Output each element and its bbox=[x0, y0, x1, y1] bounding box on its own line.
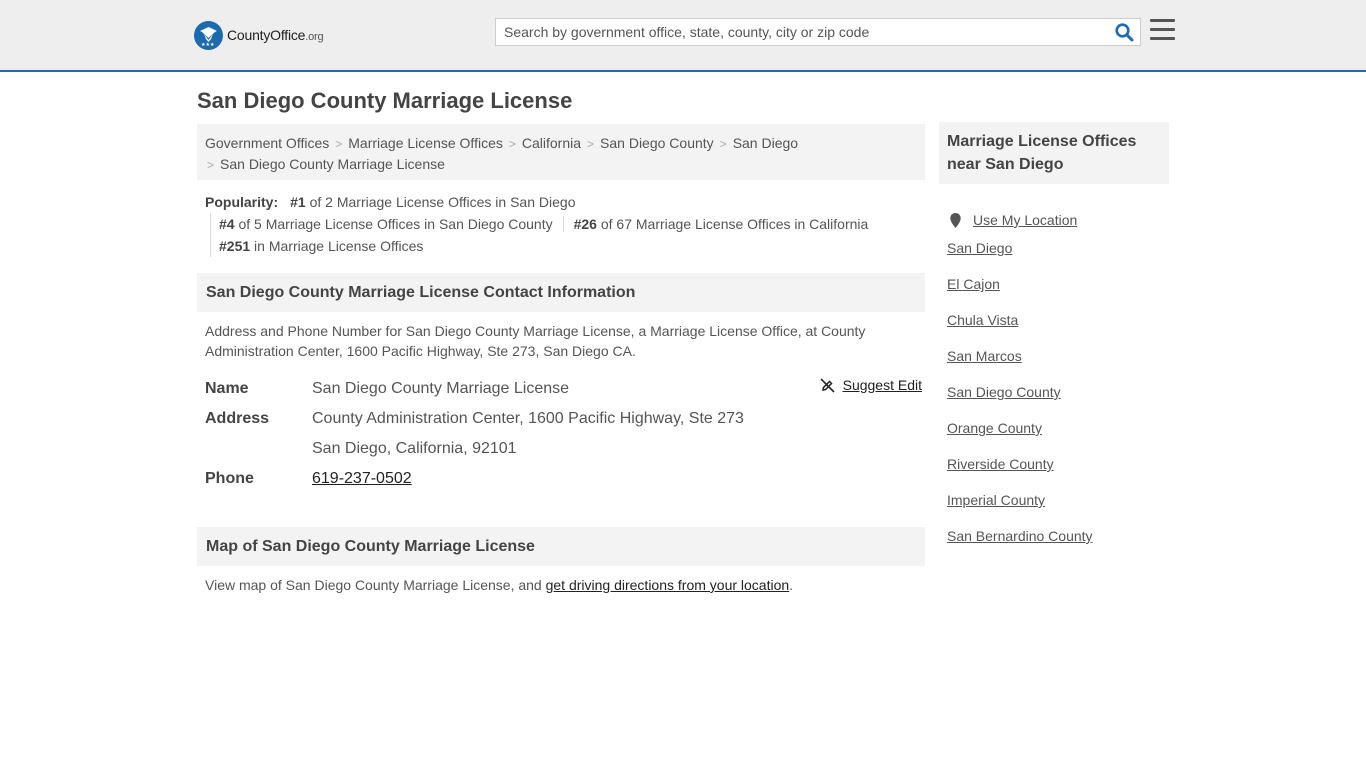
popularity-rank: #251 bbox=[219, 238, 251, 254]
office-name: San Diego County Marriage License bbox=[312, 380, 570, 397]
main-content: Government Offices > Marriage License Offi… bbox=[197, 124, 925, 595]
popularity-row: #251 in Marriage License Offices bbox=[210, 235, 925, 257]
map-text: View map of San Diego County Marriage Li… bbox=[205, 577, 546, 593]
seal-icon: ★★★ bbox=[194, 20, 223, 50]
breadcrumb-san-diego-county[interactable]: San Diego County bbox=[600, 135, 714, 151]
breadcrumb-california[interactable]: California bbox=[522, 135, 581, 151]
breadcrumb-separator-icon: > bbox=[719, 137, 727, 151]
nearby-offices-list: Use My Location San Diego El Cajon Chula… bbox=[939, 184, 1169, 562]
popularity: Popularity: #1 of 2 Marriage License Offi… bbox=[197, 180, 925, 257]
sidebar-link[interactable]: Riverside County bbox=[947, 456, 1054, 472]
page-title: San Diego County Marriage License bbox=[197, 88, 573, 113]
breadcrumb-government-offices[interactable]: Government Offices bbox=[205, 135, 329, 151]
sidebar-item-san-diego: San Diego bbox=[947, 238, 1169, 274]
menu-line bbox=[1150, 37, 1175, 40]
popularity-text: of 5 Marriage License Offices in San Die… bbox=[234, 216, 553, 232]
sidebar-item-imperial-county: Imperial County bbox=[947, 490, 1169, 526]
search-bar bbox=[495, 18, 1141, 46]
map-heading: Map of San Diego County Marriage License bbox=[197, 527, 925, 566]
sidebar: Marriage License Offices near San Diego … bbox=[939, 122, 1169, 562]
suggest-edit-link[interactable]: Suggest Edit bbox=[820, 375, 922, 395]
popularity-text: of 2 Marriage License Offices in San Die… bbox=[305, 194, 576, 210]
svg-text:★★★: ★★★ bbox=[201, 42, 215, 48]
sidebar-item-san-marcos: San Marcos bbox=[947, 346, 1169, 382]
breadcrumb-san-diego[interactable]: San Diego bbox=[733, 135, 798, 151]
sidebar-item-el-cajon: El Cajon bbox=[947, 274, 1169, 310]
address-label-spacer bbox=[205, 434, 312, 464]
address-row-2: San Diego, California, 92101 bbox=[205, 434, 917, 464]
popularity-row: #4 of 5 Marriage License Offices in San … bbox=[210, 213, 925, 235]
address-row: Address County Administration Center, 16… bbox=[205, 404, 917, 434]
sidebar-link[interactable]: Imperial County bbox=[947, 492, 1045, 508]
sidebar-item-san-diego-county: San Diego County bbox=[947, 382, 1169, 418]
search-input[interactable] bbox=[496, 19, 1108, 45]
phone-link[interactable]: 619-237-0502 bbox=[312, 470, 412, 487]
sidebar-item-chula-vista: Chula Vista bbox=[947, 310, 1169, 346]
logo-brand: CountyOffice bbox=[227, 27, 306, 43]
sidebar-item-riverside-county: Riverside County bbox=[947, 454, 1169, 490]
search-icon bbox=[1114, 22, 1133, 41]
popularity-rank: #4 bbox=[219, 216, 235, 232]
logo-wordmark: CountyOffice.org bbox=[227, 27, 324, 43]
edit-off-icon bbox=[820, 377, 835, 393]
address-line-2: San Diego, California, 92101 bbox=[312, 440, 517, 457]
address-line-1: County Administration Center, 1600 Pacif… bbox=[312, 410, 744, 427]
contact-heading: San Diego County Marriage License Contac… bbox=[197, 273, 925, 312]
sidebar-link[interactable]: San Marcos bbox=[947, 348, 1022, 364]
popularity-text: in Marriage License Offices bbox=[250, 238, 424, 254]
phone-label: Phone bbox=[205, 470, 254, 487]
popularity-text: of 67 Marriage License Offices in Califo… bbox=[596, 216, 869, 232]
use-my-location-link[interactable]: Use My Location bbox=[973, 210, 1077, 230]
sidebar-link[interactable]: Orange County bbox=[947, 420, 1042, 436]
popularity-row: Popularity: #1 of 2 Marriage License Offi… bbox=[205, 191, 925, 213]
driving-directions-link[interactable]: get driving directions from your locatio… bbox=[546, 577, 790, 593]
sidebar-link[interactable]: San Bernardino County bbox=[947, 528, 1093, 544]
menu-line bbox=[1150, 19, 1175, 22]
sidebar-link[interactable]: El Cajon bbox=[947, 276, 1000, 292]
breadcrumb-separator-icon: > bbox=[508, 137, 516, 151]
menu-line bbox=[1150, 28, 1175, 31]
contact-info: Suggest Edit Name San Diego County Marri… bbox=[197, 361, 925, 494]
search-button[interactable] bbox=[1108, 19, 1140, 45]
name-label: Name bbox=[205, 380, 249, 397]
sidebar-item-san-bernardino-county: San Bernardino County bbox=[947, 526, 1169, 562]
map-description: View map of San Diego County Marriage Li… bbox=[197, 566, 925, 595]
breadcrumb-current: San Diego County Marriage License bbox=[220, 156, 445, 172]
contact-description: Address and Phone Number for San Diego C… bbox=[205, 323, 866, 359]
suggest-edit-label: Suggest Edit bbox=[842, 377, 922, 393]
breadcrumb-separator-icon: > bbox=[207, 158, 215, 172]
site-header: ★★★ CountyOffice.org bbox=[0, 0, 1366, 72]
breadcrumb-marriage-license-offices[interactable]: Marriage License Offices bbox=[348, 135, 503, 151]
name-row: Name San Diego County Marriage License bbox=[205, 374, 917, 404]
breadcrumb-separator-icon: > bbox=[335, 137, 343, 151]
popularity-rank: #26 bbox=[573, 216, 597, 232]
sidebar-link[interactable]: San Diego bbox=[947, 240, 1012, 256]
use-my-location-item: Use My Location bbox=[947, 202, 1169, 238]
popularity-label: Popularity: bbox=[205, 194, 279, 210]
phone-row: Phone 619-237-0502 bbox=[205, 464, 917, 494]
hamburger-menu-icon[interactable] bbox=[1150, 19, 1175, 43]
sidebar-item-orange-county: Orange County bbox=[947, 418, 1169, 454]
map-text-suffix: . bbox=[789, 577, 794, 593]
site-logo[interactable]: ★★★ CountyOffice.org bbox=[194, 20, 324, 50]
location-pin-icon bbox=[950, 212, 961, 228]
popularity-item: #26 of 67 Marriage License Offices in Ca… bbox=[562, 216, 869, 232]
breadcrumb: Government Offices > Marriage License Offi… bbox=[197, 124, 925, 180]
popularity-rank: #1 bbox=[290, 194, 306, 210]
breadcrumb-separator-icon: > bbox=[587, 137, 595, 151]
sidebar-link[interactable]: Chula Vista bbox=[947, 312, 1018, 328]
logo-tld: .org bbox=[305, 31, 324, 43]
address-label: Address bbox=[205, 410, 270, 427]
sidebar-heading: Marriage License Offices near San Diego bbox=[939, 122, 1169, 184]
sidebar-link[interactable]: San Diego County bbox=[947, 384, 1061, 400]
